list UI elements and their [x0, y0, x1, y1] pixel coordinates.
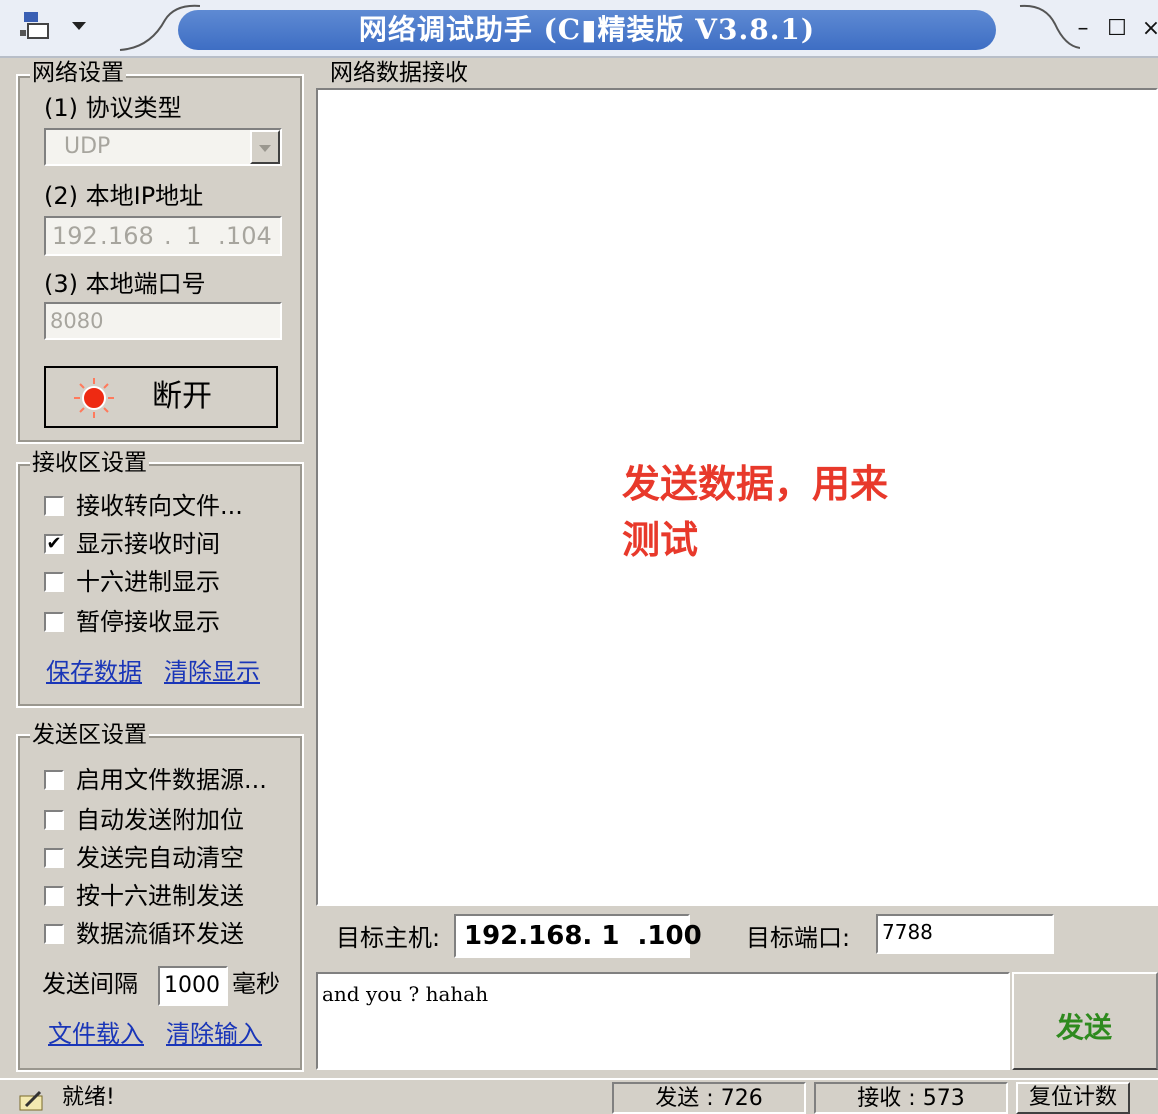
- check-icon: ✔: [46, 533, 62, 554]
- checkbox-auto-append[interactable]: [44, 810, 64, 830]
- reset-count-button[interactable]: 复位计数: [1016, 1082, 1130, 1114]
- checkbox-pause-display[interactable]: [44, 612, 64, 632]
- loop-send-label: 数据流循环发送: [76, 920, 244, 948]
- send-settings-title: 发送区设置: [30, 722, 149, 748]
- checkbox-auto-clear[interactable]: [44, 848, 64, 868]
- send-textarea[interactable]: and you ? hahah: [316, 972, 1010, 1070]
- auto-clear-label: 发送完自动清空: [76, 844, 244, 872]
- hex-display-label: 十六进制显示: [76, 568, 220, 596]
- notepad-icon: [19, 1090, 43, 1111]
- load-file-link[interactable]: 文件载入: [48, 1020, 144, 1048]
- overlay-line-1: 发送数据，用来: [622, 462, 889, 506]
- clear-input-link[interactable]: 清除输入: [166, 1020, 262, 1048]
- file-source-label: 启用文件数据源...: [76, 766, 267, 794]
- close-button[interactable]: ×: [1136, 14, 1158, 44]
- maximize-button[interactable]: ☐: [1102, 14, 1132, 44]
- checkbox-hex-display[interactable]: [44, 572, 64, 592]
- ip-octet-1: 192: [52, 222, 98, 250]
- checkbox-hex-send[interactable]: [44, 886, 64, 906]
- clear-display-link[interactable]: 清除显示: [164, 658, 260, 686]
- target-host-field[interactable]: 192.168. 1 .100: [454, 914, 702, 958]
- local-ip-field[interactable]: 192 . 168 . 1 . 104: [44, 216, 282, 256]
- send-button[interactable]: 发送: [1012, 972, 1158, 1070]
- status-light-icon: [74, 378, 114, 418]
- checkbox-receive-to-file[interactable]: [44, 496, 64, 516]
- pause-display-label: 暂停接收显示: [76, 608, 220, 636]
- protocol-label: (1) 协议类型: [44, 94, 182, 122]
- protocol-select[interactable]: UDP: [44, 128, 282, 166]
- hex-send-label: 按十六进制发送: [76, 882, 244, 910]
- send-interval-field[interactable]: 1000: [158, 966, 228, 1006]
- checkbox-show-receive-time[interactable]: ✔: [44, 534, 64, 554]
- receive-textarea[interactable]: 发送数据，用来 测试: [316, 88, 1158, 906]
- disconnect-button[interactable]: 断开: [44, 366, 278, 428]
- window-title: 网络调试助手 (C▮精装版 V3.8.1): [358, 13, 816, 46]
- network-settings-title: 网络设置: [30, 60, 126, 86]
- local-ip-label: (2) 本地IP地址: [44, 182, 204, 210]
- auto-append-label: 自动发送附加位: [76, 806, 244, 834]
- save-data-link[interactable]: 保存数据: [46, 658, 142, 686]
- show-receive-time-label: 显示接收时间: [76, 530, 220, 558]
- ip-octet-3: 1: [186, 222, 202, 250]
- receive-settings-title: 接收区设置: [30, 450, 149, 476]
- local-port-field[interactable]: 8080: [44, 302, 282, 340]
- system-menu[interactable]: [6, 6, 126, 46]
- received-counter: 接收 : 573: [814, 1082, 1008, 1114]
- ip-octet-2: 168: [108, 222, 154, 250]
- send-button-label: 发送: [1056, 1011, 1113, 1044]
- interval-unit-label: 毫秒: [232, 970, 280, 998]
- status-bar: 就绪! 发送 : 726 接收 : 573 复位计数: [0, 1078, 1158, 1114]
- sent-counter: 发送 : 726: [612, 1082, 806, 1114]
- dropdown-arrow-icon: [72, 22, 86, 30]
- send-interval-label: 发送间隔: [42, 970, 138, 998]
- protocol-value: UDP: [64, 134, 111, 159]
- ip-octet-4: 104: [226, 222, 272, 250]
- title-swoosh-right: [1019, 4, 1080, 49]
- title-bar: 网络调试助手 (C▮精装版 V3.8.1) – ☐ ×: [0, 0, 1158, 58]
- overlay-line-2: 测试: [622, 518, 699, 562]
- disconnect-button-label: 断开: [152, 379, 212, 414]
- target-port-field[interactable]: 7788: [876, 914, 1054, 954]
- local-port-label: (3) 本地端口号: [44, 270, 206, 298]
- overlay-annotation: 发送数据，用来 测试: [622, 456, 888, 568]
- target-host-label: 目标主机:: [336, 924, 441, 952]
- target-port-label: 目标端口:: [746, 924, 851, 952]
- receive-to-file-label: 接收转向文件...: [76, 492, 243, 520]
- minimize-button[interactable]: –: [1068, 14, 1098, 44]
- checkbox-loop-send[interactable]: [44, 924, 64, 944]
- app-icon: [20, 12, 86, 39]
- checkbox-file-source[interactable]: [44, 770, 64, 790]
- chevron-down-icon: [259, 145, 271, 152]
- receive-area-title: 网络数据接收: [328, 60, 470, 86]
- status-text: 就绪!: [62, 1085, 115, 1110]
- protocol-dropdown-button[interactable]: [250, 130, 280, 164]
